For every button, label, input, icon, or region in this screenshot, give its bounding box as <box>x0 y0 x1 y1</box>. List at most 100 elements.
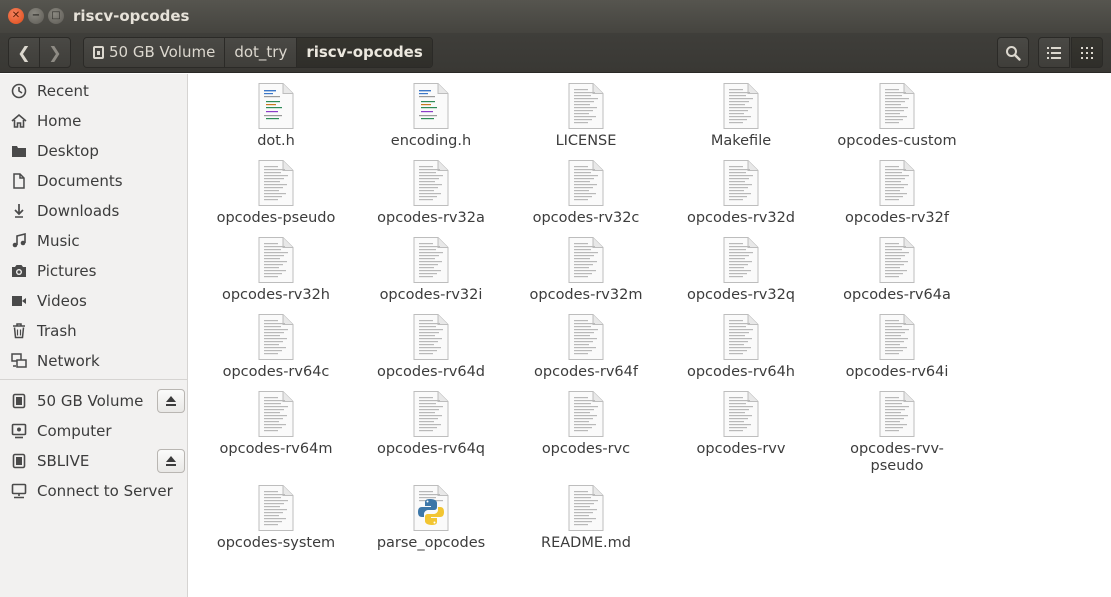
grid-view-button[interactable] <box>1071 37 1103 68</box>
file-name: opcodes-pseudo <box>216 210 336 226</box>
sidebar-item-label: Network <box>37 352 100 370</box>
video-icon <box>11 293 27 309</box>
computer-icon <box>11 423 27 439</box>
eject-icon <box>165 395 177 407</box>
sidebar-item-documents[interactable]: Documents <box>0 166 187 196</box>
file-name: opcodes-rv32f <box>845 210 949 226</box>
sidebar-item-connect-to-server[interactable]: Connect to Server <box>0 476 187 506</box>
back-button[interactable]: ❮ <box>8 37 40 68</box>
chevron-left-icon: ❮ <box>17 43 31 62</box>
sidebar-item-home[interactable]: Home <box>0 106 187 136</box>
text-file-icon <box>413 314 449 360</box>
file-name: opcodes-rv64c <box>222 364 330 380</box>
text-file-icon <box>879 160 915 206</box>
text-file-icon <box>723 83 759 129</box>
eject-icon <box>165 455 177 467</box>
file-name: Makefile <box>710 133 772 149</box>
sidebar-item-label: Music <box>37 232 80 250</box>
minimize-window-button[interactable]: − <box>28 8 44 24</box>
home-icon <box>11 113 27 129</box>
file-name: opcodes-rv64f <box>534 364 638 380</box>
sidebar-separator <box>0 379 187 380</box>
list-view-button[interactable] <box>1038 37 1070 68</box>
sidebar-item-pictures[interactable]: Pictures <box>0 256 187 286</box>
text-file-icon <box>879 237 915 283</box>
file-name: opcodes-custom <box>837 133 957 149</box>
breadcrumb: 50 GB Volume dot_try riscv-opcodes <box>83 37 433 68</box>
sidebar-item-sblive[interactable]: SBLIVE <box>0 446 187 476</box>
text-file-icon <box>568 314 604 360</box>
search-button[interactable] <box>997 37 1029 68</box>
maximize-window-button[interactable]: □ <box>48 8 64 24</box>
sidebar-item-videos[interactable]: Videos <box>0 286 187 316</box>
window-title: riscv-opcodes <box>73 7 190 25</box>
chevron-right-icon: ❯ <box>48 43 62 62</box>
sidebar-item-label: Computer <box>37 422 112 440</box>
sidebar-item-label: Desktop <box>37 142 99 160</box>
file-name: opcodes-rv32q <box>686 287 796 303</box>
text-file-icon <box>413 391 449 437</box>
text-file-icon <box>568 237 604 283</box>
sidebar-item-label: 50 GB Volume <box>37 392 144 410</box>
file-name: opcodes-rvv <box>696 441 786 457</box>
sidebar-item-50-gb-volume[interactable]: 50 GB Volume <box>0 386 187 416</box>
sidebar-item-label: Trash <box>37 322 77 340</box>
file-name: opcodes-rv32h <box>221 287 330 303</box>
text-file-icon <box>723 237 759 283</box>
sidebar-item-downloads[interactable]: Downloads <box>0 196 187 226</box>
file-name: opcodes-rv64m <box>219 441 333 457</box>
title-bar: ✕ − □ riscv-opcodes <box>0 0 1111 33</box>
clock-icon <box>11 83 27 99</box>
close-window-button[interactable]: ✕ <box>8 8 24 24</box>
eject-button[interactable] <box>157 449 185 473</box>
sidebar-item-label: Recent <box>37 82 89 100</box>
text-file-icon <box>879 314 915 360</box>
search-icon <box>1006 45 1021 61</box>
text-file-icon <box>258 485 294 531</box>
sidebar-item-music[interactable]: Music <box>0 226 187 256</box>
file-name: encoding.h <box>390 133 472 149</box>
breadcrumb-item-dot-try[interactable]: dot_try <box>225 38 298 67</box>
file-name: opcodes-rv64q <box>376 441 486 457</box>
breadcrumb-item-current[interactable]: riscv-opcodes <box>297 38 432 67</box>
sidebar-item-label: SBLIVE <box>37 452 90 470</box>
text-file-icon <box>879 83 915 129</box>
text-file-icon <box>258 391 294 437</box>
trash-icon <box>11 323 27 339</box>
text-file-icon <box>258 160 294 206</box>
breadcrumb-label: riscv-opcodes <box>306 43 423 61</box>
sidebar-item-label: Documents <box>37 172 123 190</box>
breadcrumb-item-volume[interactable]: 50 GB Volume <box>84 38 226 67</box>
sidebar-item-network[interactable]: Network <box>0 346 187 376</box>
file-name: LICENSE <box>555 133 617 149</box>
text-file-icon <box>413 237 449 283</box>
list-view-icon <box>1047 46 1061 59</box>
music-icon <box>11 233 27 249</box>
sidebar-item-computer[interactable]: Computer <box>0 416 187 446</box>
sidebar-item-trash[interactable]: Trash <box>0 316 187 346</box>
sidebar-item-label: Downloads <box>37 202 120 220</box>
file-name: opcodes-rv64i <box>845 364 949 380</box>
file-grid: dot.h encoding.h LICENSE Makefile opcode… <box>189 74 1111 597</box>
text-file-icon <box>723 391 759 437</box>
drive-icon <box>11 393 27 409</box>
text-file-icon <box>413 160 449 206</box>
forward-button[interactable]: ❯ <box>39 37 71 68</box>
server-icon <box>11 483 27 499</box>
sidebar-item-label: Pictures <box>37 262 97 280</box>
sidebar: Recent Home Desktop Documents Downloads Music… <box>0 74 188 597</box>
sidebar-item-recent[interactable]: Recent <box>0 76 187 106</box>
c-header-file-icon <box>413 83 449 129</box>
text-file-icon <box>568 485 604 531</box>
sidebar-item-label: Home <box>37 112 82 130</box>
eject-button[interactable] <box>157 389 185 413</box>
file-name: opcodes-rv32m <box>529 287 643 303</box>
camera-icon <box>11 263 27 279</box>
file-name: opcodes-rv32c <box>532 210 640 226</box>
text-file-icon <box>568 391 604 437</box>
file-name: opcodes-rv64a <box>843 287 951 303</box>
text-file-icon <box>258 314 294 360</box>
text-file-icon <box>568 83 604 129</box>
sidebar-item-desktop[interactable]: Desktop <box>0 136 187 166</box>
text-file-icon <box>258 237 294 283</box>
